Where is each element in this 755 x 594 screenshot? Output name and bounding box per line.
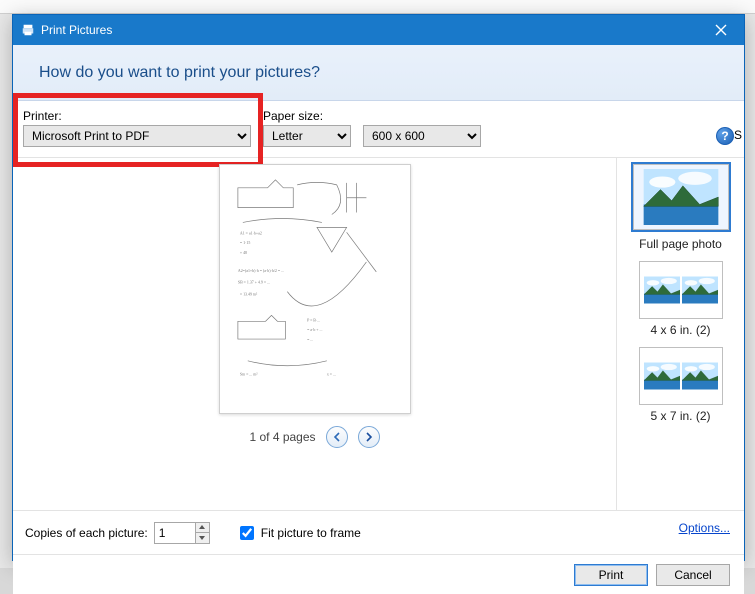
printer-field: Printer: Microsoft Print to PDF [23,109,251,147]
spinner-buttons [195,523,209,543]
copies-input[interactable] [155,523,195,543]
layout-thumb [633,164,729,230]
sketch-drawing: A1 = a1·b+a2 = 1·15 + 48 A2=(a1+b)·h = (… [228,173,402,404]
copies-spinner[interactable] [154,522,210,544]
svg-text:A1 = a1·b+a2: A1 = a1·b+a2 [239,230,261,235]
paper-label: Paper size: [263,109,351,123]
dialog-body: A1 = a1·b+a2 = 1·15 + 48 A2=(a1+b)·h = (… [13,158,744,510]
next-page-button[interactable] [358,426,380,448]
truncated-label: S [734,128,742,142]
window-title: Print Pictures [41,23,112,37]
svg-text:= 1·15: = 1·15 [239,240,249,245]
layout-thumb [639,261,723,319]
toolbar: Printer: Microsoft Print to PDF Paper si… [13,101,744,158]
titlebar[interactable]: Print Pictures [13,15,744,45]
svg-text:+ 48: + 48 [239,250,246,255]
svg-text:x = ...: x = ... [326,372,335,377]
spinner-up-button[interactable] [196,523,209,534]
svg-text:P = B·...: P = B·... [307,317,320,322]
fit-frame-label: Fit picture to frame [261,526,361,540]
layout-option[interactable]: 5 x 7 in. (2) [639,347,723,423]
arrow-right-icon [364,432,374,442]
printer-label: Printer: [23,109,251,123]
layout-label: 4 x 6 in. (2) [639,323,723,337]
svg-text:= 13.49 m²: = 13.49 m² [239,292,257,297]
layout-label: 5 x 7 in. (2) [639,409,723,423]
help-icon: ? [721,129,728,143]
ribbon-fragment [0,0,755,14]
print-pictures-dialog: Print Pictures How do you want to print … [12,14,745,561]
fit-frame-field[interactable]: Fit picture to frame [236,523,361,543]
paper-select[interactable]: Letter [263,125,351,147]
prev-page-button[interactable] [326,426,348,448]
button-row: Print Cancel [13,554,744,594]
paper-field: Paper size: Letter [263,109,351,147]
layout-list[interactable]: Full page photo 4 x 6 in. (2) 5 x 7 in. (2… [616,158,744,510]
layout-label: Full page photo [633,237,729,251]
close-icon [715,24,727,36]
arrow-left-icon [332,432,342,442]
svg-text:Sm = ... m²: Sm = ... m² [239,372,257,377]
fit-frame-checkbox[interactable] [240,526,254,540]
page-navigation: 1 of 4 pages [249,426,379,448]
cancel-button[interactable]: Cancel [656,564,730,586]
page-counter: 1 of 4 pages [249,430,315,444]
printer-select[interactable]: Microsoft Print to PDF [23,125,251,147]
print-button-label: Print [599,568,624,582]
printer-icon [21,23,35,37]
options-link[interactable]: Options... [679,521,730,535]
header-question: How do you want to print your pictures? [39,64,320,82]
help-button[interactable]: ? [716,127,734,145]
svg-text:= a·b + ...: = a·b + ... [307,327,322,332]
quality-select[interactable]: 600 x 600 [363,125,481,147]
close-button[interactable] [698,15,744,45]
preview-pane: A1 = a1·b+a2 = 1·15 + 48 A2=(a1+b)·h = (… [13,158,616,510]
layout-option[interactable]: Full page photo [633,164,729,251]
page-preview[interactable]: A1 = a1·b+a2 = 1·15 + 48 A2=(a1+b)·h = (… [219,164,411,414]
cancel-button-label: Cancel [674,568,711,582]
layout-thumb [639,347,723,405]
spinner-down-button[interactable] [196,533,209,543]
layout-option[interactable]: 4 x 6 in. (2) [639,261,723,337]
svg-text:SB = 1.37 + 4.9 = ...: SB = 1.37 + 4.9 = ... [237,280,269,285]
header: How do you want to print your pictures? [13,45,744,101]
copies-label: Copies of each picture: [25,526,148,540]
svg-text:= ...: = ... [307,337,313,342]
quality-field: 600 x 600 [363,125,481,147]
svg-text:A2=(a1+b)·h = (a·b)·h/2 = ...: A2=(a1+b)·h = (a·b)·h/2 = ... [237,268,283,273]
print-button[interactable]: Print [574,564,648,586]
bottom-bar: Copies of each picture: Fit picture to f… [13,510,744,554]
